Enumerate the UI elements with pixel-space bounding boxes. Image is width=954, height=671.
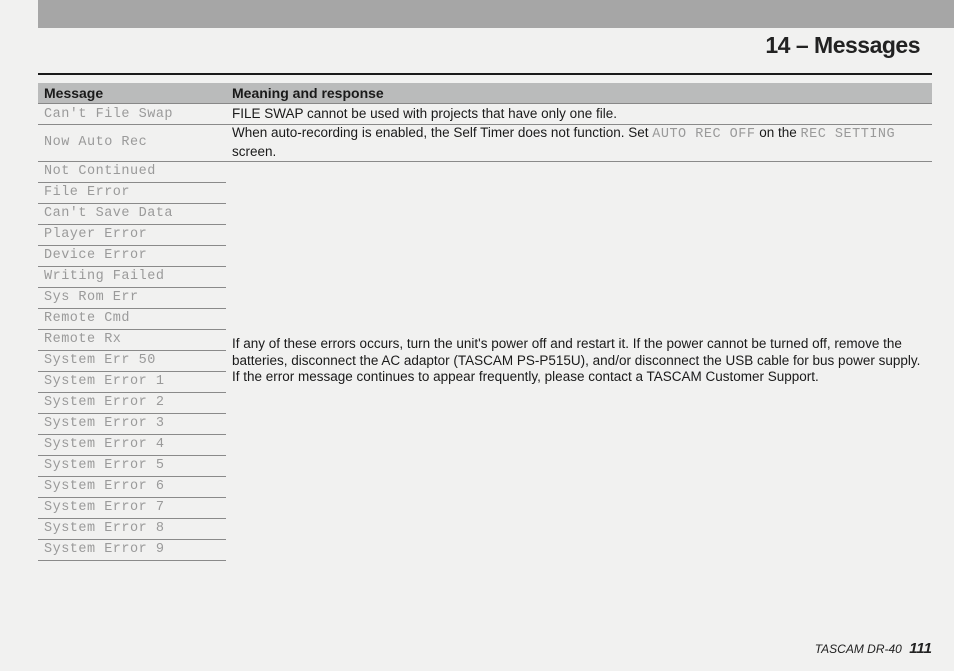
msg-error: Device Error bbox=[44, 248, 147, 263]
table-row: Not Continued If any of these errors occ… bbox=[38, 161, 932, 182]
msg-error: System Error 5 bbox=[44, 458, 164, 473]
msg-error: Not Continued bbox=[44, 164, 156, 179]
col-message: Message bbox=[38, 83, 226, 104]
table-row: Now Auto Rec When auto-recording is enab… bbox=[38, 125, 932, 162]
msg-cant-file-swap: Can't File Swap bbox=[44, 107, 173, 122]
table-row: Can't File Swap FILE SWAP cannot be used… bbox=[38, 104, 932, 125]
msg-error: System Error 2 bbox=[44, 395, 164, 410]
header-bar bbox=[38, 0, 954, 28]
msg-error: Sys Rom Err bbox=[44, 290, 139, 305]
msg-now-auto-rec: Now Auto Rec bbox=[44, 135, 147, 150]
msg-error: System Error 8 bbox=[44, 521, 164, 536]
msg-error: Can't Save Data bbox=[44, 206, 173, 221]
page-footer: TASCAM DR-40 111 bbox=[815, 640, 932, 657]
meaning-text: FILE SWAP cannot be used with projects t… bbox=[226, 104, 932, 125]
title-rule bbox=[38, 73, 932, 75]
msg-error: System Error 3 bbox=[44, 416, 164, 431]
msg-error: Player Error bbox=[44, 227, 147, 242]
messages-table: Message Meaning and response Can't File … bbox=[38, 83, 932, 561]
product-name: TASCAM DR-40 bbox=[815, 642, 902, 656]
msg-error: System Error 7 bbox=[44, 500, 164, 515]
msg-error: Remote Cmd bbox=[44, 311, 130, 326]
msg-error: System Error 9 bbox=[44, 542, 164, 557]
meaning-text: When auto-recording is enabled, the Self… bbox=[226, 125, 932, 162]
msg-error: Remote Rx bbox=[44, 332, 121, 347]
chapter-title: 14 – Messages bbox=[765, 32, 920, 59]
page-number: 111 bbox=[909, 640, 932, 657]
msg-error: Writing Failed bbox=[44, 269, 164, 284]
col-meaning: Meaning and response bbox=[226, 83, 932, 104]
meaning-text: If any of these errors occurs, turn the … bbox=[226, 161, 932, 560]
msg-error: System Error 6 bbox=[44, 479, 164, 494]
msg-error: System Err 50 bbox=[44, 353, 156, 368]
msg-error: System Error 4 bbox=[44, 437, 164, 452]
msg-error: System Error 1 bbox=[44, 374, 164, 389]
msg-error: File Error bbox=[44, 185, 130, 200]
